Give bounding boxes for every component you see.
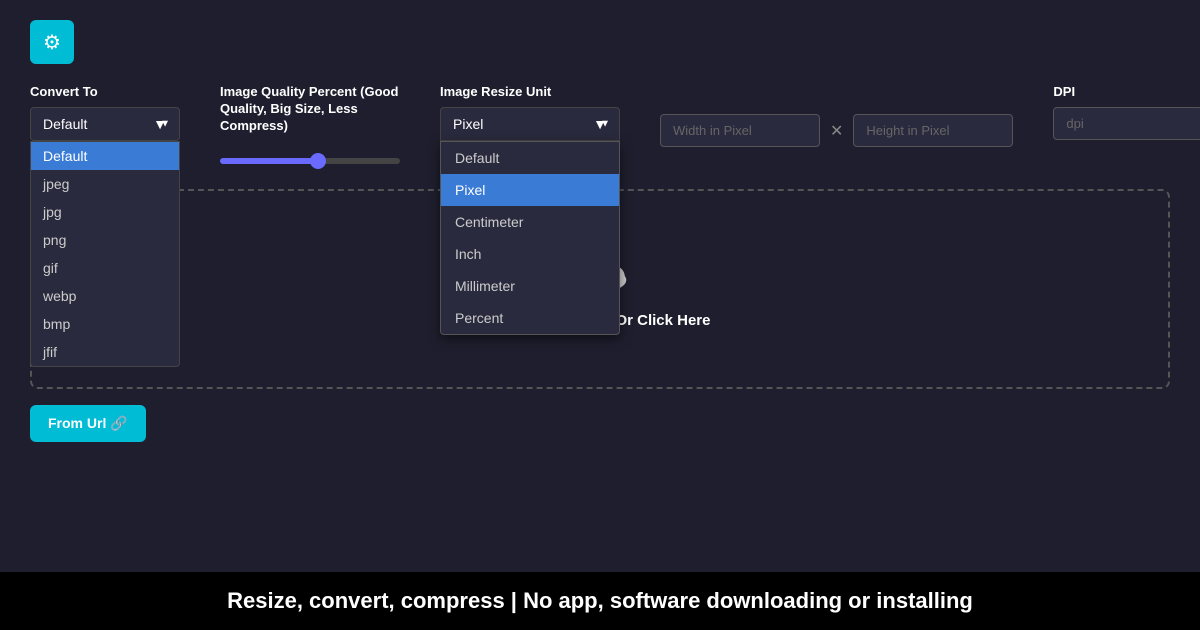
quality-slider-container bbox=[220, 151, 400, 169]
chevron-down-icon: ▼ bbox=[593, 116, 607, 132]
footer-text: Resize, convert, compress | No app, soft… bbox=[227, 588, 973, 614]
times-icon: ✕ bbox=[830, 121, 843, 141]
from-url-label: From Url 🔗 bbox=[48, 415, 128, 432]
unit-select-wrapper[interactable]: Pixel ▼ Default Pixel Centimeter Inch Mi… bbox=[440, 107, 620, 141]
gear-icon: ⚙ bbox=[43, 30, 61, 55]
gear-button[interactable]: ⚙ bbox=[30, 20, 74, 64]
convert-to-value: Default bbox=[43, 116, 87, 132]
dpi-input[interactable] bbox=[1053, 107, 1200, 140]
dimension-inputs: ✕ bbox=[660, 114, 1013, 147]
list-item[interactable]: Pixel bbox=[441, 174, 619, 206]
resize-unit-label: Image Resize Unit bbox=[440, 84, 620, 99]
height-input[interactable] bbox=[853, 114, 1013, 147]
dpi-group: DPI bbox=[1053, 84, 1200, 140]
list-item[interactable]: png bbox=[31, 226, 179, 254]
list-item[interactable]: Percent bbox=[441, 302, 619, 334]
unit-value: Pixel bbox=[453, 116, 483, 132]
unit-dropdown: Default Pixel Centimeter Inch Millimeter… bbox=[440, 141, 620, 335]
list-item[interactable]: jpeg bbox=[31, 170, 179, 198]
list-item[interactable]: jpg bbox=[31, 198, 179, 226]
list-item[interactable]: Millimeter bbox=[441, 270, 619, 302]
convert-to-select-wrapper[interactable]: Default ▼ Default jpeg jpg png gif webp … bbox=[30, 107, 180, 141]
list-item[interactable]: bmp bbox=[31, 310, 179, 338]
list-item[interactable]: jfif bbox=[31, 338, 179, 366]
resize-unit-group: Image Resize Unit Pixel ▼ Default Pixel … bbox=[440, 84, 620, 141]
list-item[interactable]: Default bbox=[31, 142, 179, 170]
footer-bar: Resize, convert, compress | No app, soft… bbox=[0, 572, 1200, 630]
list-item[interactable]: Inch bbox=[441, 238, 619, 270]
list-item[interactable]: webp bbox=[31, 282, 179, 310]
list-item[interactable]: Centimeter bbox=[441, 206, 619, 238]
chevron-down-icon: ▼ bbox=[153, 116, 167, 132]
convert-to-group: Convert To Default ▼ Default jpeg jpg pn… bbox=[30, 84, 180, 141]
quality-group: Image Quality Percent (Good Quality, Big… bbox=[220, 84, 400, 169]
width-input[interactable] bbox=[660, 114, 820, 147]
quality-label: Image Quality Percent (Good Quality, Big… bbox=[220, 84, 400, 135]
dpi-label: DPI bbox=[1053, 84, 1200, 99]
convert-to-label: Convert To bbox=[30, 84, 180, 99]
from-url-button[interactable]: From Url 🔗 bbox=[30, 405, 146, 442]
convert-to-display[interactable]: Default ▼ bbox=[30, 107, 180, 141]
convert-to-dropdown: Default jpeg jpg png gif webp bmp jfif bbox=[30, 141, 180, 367]
list-item[interactable]: gif bbox=[31, 254, 179, 282]
unit-display[interactable]: Pixel ▼ bbox=[440, 107, 620, 141]
list-item[interactable]: Default bbox=[441, 142, 619, 174]
quality-slider[interactable] bbox=[220, 158, 400, 164]
